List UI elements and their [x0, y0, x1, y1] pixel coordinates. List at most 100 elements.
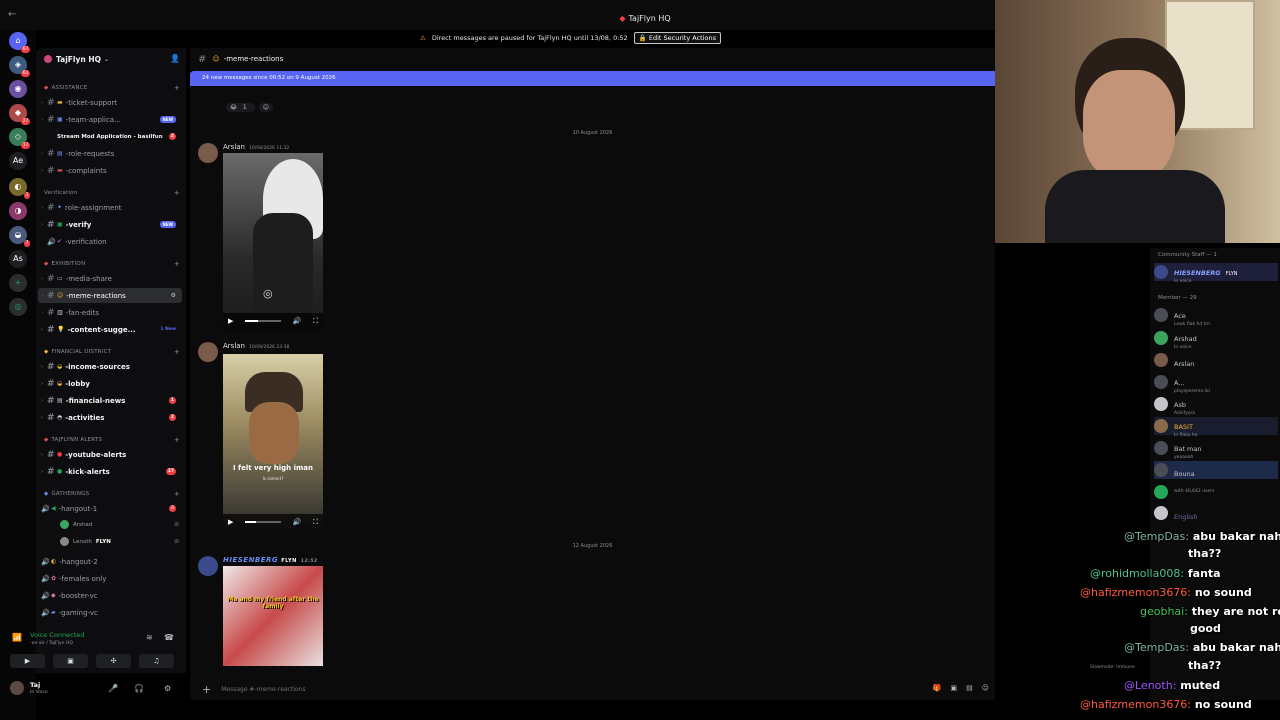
server-icon[interactable]: ◉ — [9, 80, 27, 98]
channel-kick-alerts[interactable]: › # ● -kick-alerts 17 — [38, 464, 182, 479]
voice-channel-gaming-vc[interactable]: 🔊 ▰ -gaming-vc — [38, 605, 182, 620]
fullscreen-icon[interactable]: ⛶ — [313, 518, 318, 527]
video-progress[interactable] — [245, 521, 282, 523]
voice-channel-booster-vc[interactable]: 🔊 ◆ -booster-vc — [38, 588, 182, 603]
category-alerts[interactable]: ◆ TAJFLYNN ALERTS + — [44, 436, 180, 444]
avatar[interactable] — [198, 342, 218, 362]
member-item[interactable]: Bouna — [1154, 461, 1278, 479]
channel-income-sources[interactable]: › # ◒ -income-sources — [38, 359, 182, 374]
server-icon[interactable]: ◒ 7 — [9, 226, 30, 247]
avatar[interactable] — [198, 143, 218, 163]
member-item[interactable]: Bat man yeaaaah — [1154, 439, 1278, 460]
category-financial[interactable]: ◆ FINANCIAL DISTRICT + — [44, 348, 180, 356]
channel-verify[interactable]: › # ▣ -verify NEW — [38, 217, 182, 232]
member-item[interactable]: Ace Lowk flak hd trn — [1154, 306, 1278, 327]
composer-input[interactable]: Message #-meme-reactions — [221, 686, 305, 693]
server-ae[interactable]: Ae — [9, 152, 27, 170]
add-channel-icon[interactable]: + — [174, 260, 180, 268]
play-icon[interactable]: ▶ — [228, 317, 233, 325]
server-icon[interactable]: ◆ 27 — [9, 104, 30, 125]
video-progress[interactable] — [245, 320, 282, 322]
add-channel-icon[interactable]: + — [174, 84, 180, 92]
server-icon[interactable]: ◐ 3 — [9, 178, 30, 199]
channel-meme-reactions[interactable]: › # ☺ -meme-reactions ⚙ — [38, 288, 182, 303]
home-icon[interactable]: ⌂ 67 — [9, 32, 30, 53]
headphones-icon[interactable]: 🎧 — [134, 684, 144, 693]
server-icon[interactable]: ◑ — [9, 202, 27, 220]
video-attachment[interactable]: ◎ ▶ 🔊 ⛶ — [223, 153, 323, 329]
add-server-icon[interactable]: + — [9, 274, 27, 292]
channel-ticket-support[interactable]: › # ▬ -ticket-support — [38, 95, 182, 110]
message-author[interactable]: HIESENBERG FLYN 12:52 — [223, 556, 318, 564]
play-icon[interactable]: ▶ — [228, 518, 233, 526]
avatar[interactable] — [10, 681, 24, 695]
server-as[interactable]: As — [9, 250, 27, 268]
voice-channel-hangout-2[interactable]: 🔊 ◐ -hangout-2 — [38, 554, 182, 569]
member-item[interactable]: English — [1154, 504, 1278, 522]
category-exhibition[interactable]: ◆ EXHIBITION + — [44, 260, 180, 268]
guild-header[interactable]: TajFlyn HQ ⌄ 👤 — [36, 48, 186, 70]
video-attachment[interactable]: Me and my friend after the family — [223, 566, 323, 666]
channel-financial-news[interactable]: › # ▤ -financial-news 1 — [38, 393, 182, 408]
disconnect-icon[interactable]: ☎ — [164, 633, 174, 642]
emoji-icon[interactable]: ☺ — [982, 684, 989, 692]
reaction-pill[interactable]: 😂 1 — [226, 103, 255, 112]
voice-user-lenoth[interactable]: Lenoth FLYN ⊘ — [60, 537, 179, 546]
thread-stream-mod[interactable]: Stream Mod Application - basilfun 2 — [54, 129, 182, 144]
fullscreen-icon[interactable]: ⛶ — [313, 317, 318, 326]
sticker-icon[interactable]: ▤ — [966, 684, 973, 692]
channel-content-suggestions[interactable]: › # 💡 -content-sugge... 1 New — [38, 322, 182, 337]
channel-role-assignment[interactable]: › # ✦ role-assignment — [38, 200, 182, 215]
member-item[interactable]: Asb Ashifyora — [1154, 395, 1278, 416]
voice-user-arshad[interactable]: Arshad ⊘ — [60, 520, 179, 529]
new-messages-bar[interactable]: 24 new messages since 00:52 on 9 August … — [190, 71, 995, 86]
invite-icon[interactable]: 👤 — [170, 54, 180, 63]
category-assistance[interactable]: ◆ ASSISTANCE + — [44, 84, 180, 92]
channel-settings-icon[interactable]: ⚙ — [171, 292, 176, 299]
discover-icon[interactable]: ◎ — [9, 298, 27, 316]
channel-lobby[interactable]: › # ◒ -lobby — [38, 376, 182, 391]
channel-youtube-alerts[interactable]: › # ● -youtube-alerts — [38, 447, 182, 462]
channel-role-requests[interactable]: › # ▤ -role-requests — [38, 146, 182, 161]
voice-channel-name[interactable]: -on-air / TajFlyn HQ — [30, 641, 73, 646]
camera-button[interactable]: ▶ — [10, 654, 45, 668]
member-item[interactable]: Arshad In voice — [1154, 329, 1278, 350]
category-gatherings[interactable]: ◆ GATHERINGS + — [44, 490, 180, 498]
channel-activities[interactable]: › # ◓ -activities 2 — [38, 410, 182, 425]
activities-button[interactable]: ✣ — [96, 654, 131, 668]
add-channel-icon[interactable]: + — [174, 189, 180, 197]
volume-icon[interactable]: 🔊 — [293, 518, 302, 526]
channel-verification[interactable]: 🔊 ✔ -verification — [38, 234, 182, 249]
screen-share-button[interactable]: ▣ — [53, 654, 88, 668]
message-composer[interactable]: + Message #-meme-reactions 🎁 ▣ ▤ ☺ — [196, 678, 989, 700]
add-channel-icon[interactable]: + — [174, 348, 180, 356]
add-channel-icon[interactable]: + — [174, 436, 180, 444]
soundboard-button[interactable]: ♫ — [139, 654, 174, 668]
member-item[interactable]: BASIT In flaka ho — [1154, 417, 1278, 438]
gear-icon[interactable]: ⚙ — [164, 684, 171, 693]
video-attachment[interactable]: I felt very high iman Is correct? ▶ 🔊 ⛶ — [223, 354, 323, 530]
member-item[interactable]: HIESENBERG FLYN In voice — [1154, 263, 1278, 284]
gif-icon[interactable]: ▣ — [950, 684, 957, 692]
add-channel-icon[interactable]: + — [174, 490, 180, 498]
channel-complaints[interactable]: › # ▬ -complaints — [38, 163, 182, 178]
noise-suppression-icon[interactable]: ≋ — [146, 633, 153, 642]
member-item[interactable]: A... playsperemo.lol — [1154, 373, 1278, 394]
server-icon[interactable]: ◇ 17 — [9, 128, 30, 149]
microphone-icon[interactable]: 🎤 — [108, 684, 118, 693]
volume-icon[interactable]: 🔊 — [293, 317, 302, 325]
edit-security-actions-button[interactable]: 🔒 Edit Security Actions — [633, 31, 721, 44]
avatar[interactable] — [198, 556, 218, 576]
message-author[interactable]: Arslan 10/08/2026 11:32 — [223, 143, 289, 151]
attach-plus-icon[interactable]: + — [202, 683, 211, 696]
add-reaction-icon[interactable]: ☺ — [258, 103, 274, 112]
voice-channel-hangout-1[interactable]: 🔊 ◀ -hangout-1 8 — [38, 501, 182, 516]
server-icon[interactable]: ◈ 61 — [9, 56, 30, 77]
category-verification[interactable]: Verification + — [44, 189, 180, 197]
channel-fan-edits[interactable]: › # ▥ -fan-edits — [38, 305, 182, 320]
channel-team-applications[interactable]: › # ▣ -team-applica... NEW — [38, 112, 182, 127]
message-author[interactable]: Arslan 10/08/2026 23:38 — [223, 342, 289, 350]
channel-media-share[interactable]: › # ▭ -media-share — [38, 271, 182, 286]
member-item[interactable]: with 40,642 users — [1154, 483, 1278, 501]
voice-channel-females-only[interactable]: 🔊 ✿ -females only — [38, 571, 182, 586]
